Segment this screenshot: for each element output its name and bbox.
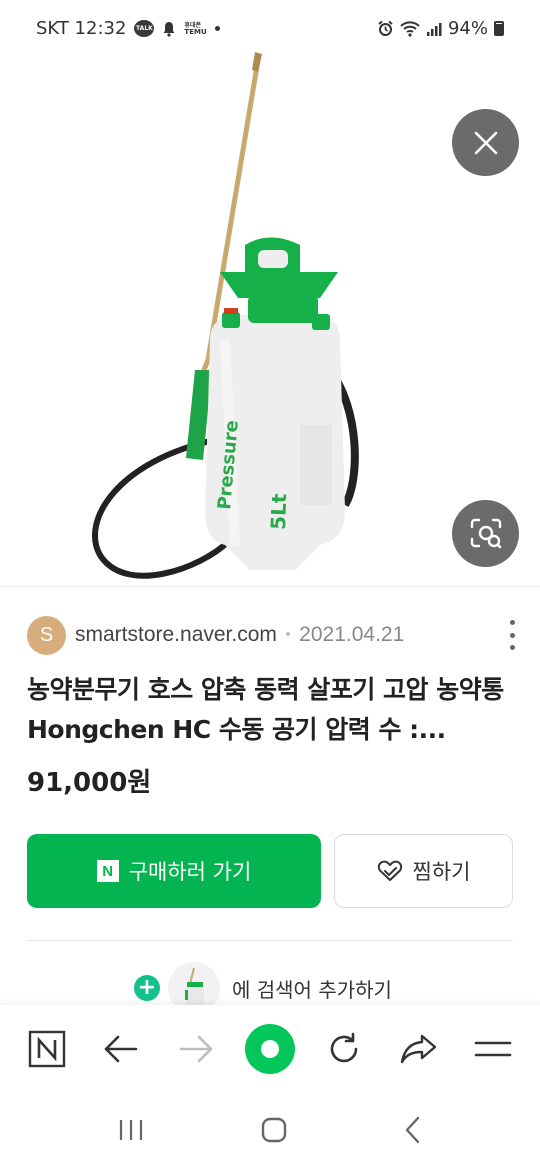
- sprayer-thumbnail-icon: [185, 967, 204, 1008]
- forward-button[interactable]: [168, 1021, 224, 1077]
- signal-icon: [426, 22, 442, 36]
- temu-badge-bottom: TEMU: [184, 27, 207, 36]
- product-title[interactable]: 농약분무기 호스 압축 동력 살포기 고압 농약통 Hongchen HC 수동…: [27, 670, 517, 750]
- tank-volume-label: 5Lt: [266, 493, 291, 530]
- notification-dot-icon: [214, 26, 220, 31]
- battery-icon: [494, 21, 504, 36]
- image-search-icon: [470, 518, 501, 548]
- source-date: 2021.04.21: [299, 623, 405, 646]
- arrow-left-icon: [105, 1035, 138, 1063]
- menu-icon: [474, 1041, 512, 1057]
- image-search-button[interactable]: [452, 500, 519, 567]
- naver-home-button[interactable]: [19, 1021, 75, 1077]
- reload-button[interactable]: [316, 1021, 372, 1077]
- wifi-icon: [400, 21, 420, 37]
- chevron-left-icon: [405, 1116, 419, 1143]
- reload-icon: [330, 1032, 358, 1063]
- source-separator: •: [283, 627, 293, 643]
- menu-button[interactable]: [465, 1021, 521, 1077]
- close-icon: [474, 131, 497, 154]
- system-back-button[interactable]: [403, 1116, 423, 1148]
- product-price: 91,000원: [27, 768, 152, 798]
- image-divider: [0, 586, 540, 587]
- status-right: 94%: [377, 18, 504, 39]
- recent-apps-button[interactable]: [117, 1118, 145, 1146]
- close-button[interactable]: [452, 109, 519, 176]
- add-keyword-label: 에 검색어 추가하기: [232, 977, 392, 1002]
- naver-n-icon: N: [96, 860, 119, 882]
- bell-icon: [163, 21, 175, 37]
- wishlist-button-label: 찜하기: [412, 860, 471, 884]
- share-button[interactable]: [391, 1021, 447, 1077]
- green-dot-icon: [244, 1024, 295, 1074]
- result-source[interactable]: S smartstore.naver.com • 2021.04.21: [27, 615, 517, 655]
- green-dot-button[interactable]: [242, 1021, 298, 1077]
- carrier-time: SKT 12:32: [36, 18, 127, 39]
- share-icon: [400, 1034, 436, 1064]
- plus-icon: +: [134, 975, 160, 1001]
- system-navigation-bar: [0, 1093, 540, 1170]
- temu-icon: 휴대폰 TEMU: [184, 22, 206, 36]
- home-button[interactable]: [260, 1116, 288, 1148]
- browser-toolbar: [0, 1005, 540, 1093]
- home-icon: [261, 1117, 287, 1142]
- recent-apps-icon: [120, 1119, 143, 1140]
- source-domain[interactable]: smartstore.naver.com: [75, 623, 277, 647]
- product-image-viewer[interactable]: Pressure 5Lt: [0, 40, 540, 585]
- wishlist-button[interactable]: 찜하기: [334, 834, 513, 908]
- kakaotalk-icon: TALK: [134, 20, 155, 37]
- naver-n-outline-icon: [28, 1030, 66, 1068]
- source-avatar: S: [27, 615, 66, 655]
- buy-button-label: 구매하러 가기: [128, 860, 252, 884]
- arrow-right-icon: [179, 1035, 213, 1063]
- section-divider: [27, 940, 513, 941]
- back-button[interactable]: [93, 1021, 149, 1077]
- alarm-icon: [378, 20, 393, 36]
- heart-icon: [377, 860, 402, 881]
- buy-button[interactable]: N 구매하러 가기: [27, 834, 321, 908]
- battery-percent: 94%: [447, 18, 488, 39]
- status-left: SKT 12:32 TALK 휴대폰 TEMU: [36, 18, 220, 39]
- more-options-icon[interactable]: [507, 620, 517, 650]
